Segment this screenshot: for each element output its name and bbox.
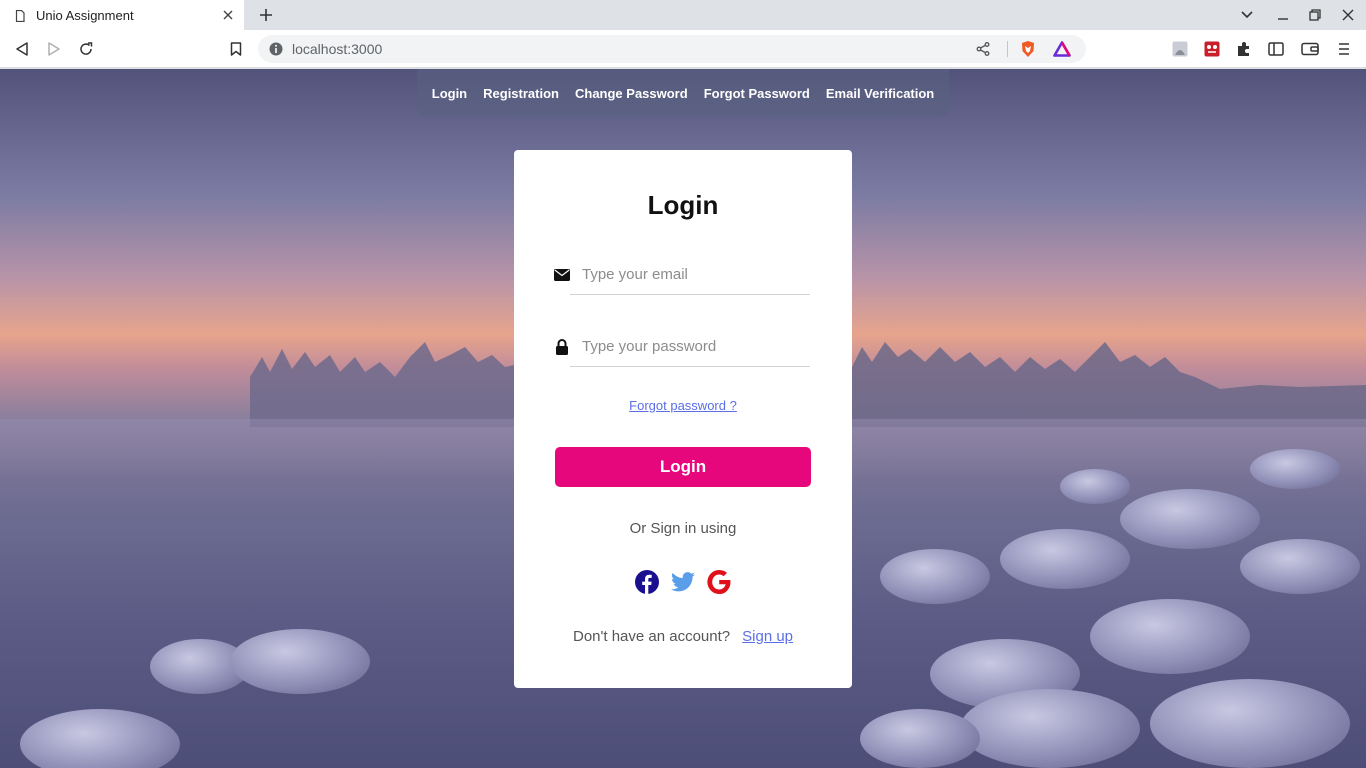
- brave-rewards-icon[interactable]: [1052, 39, 1072, 59]
- envelope-icon: [554, 267, 570, 283]
- restore-icon[interactable]: [1305, 5, 1325, 25]
- page-icon: [14, 9, 26, 23]
- google-icon[interactable]: [707, 570, 731, 594]
- snow-mound: [1000, 529, 1130, 589]
- separator: [1007, 41, 1008, 57]
- social-login-row: [514, 570, 852, 596]
- tab-title: Unio Assignment: [36, 7, 134, 23]
- or-sign-in-label: Or Sign in using: [629, 520, 737, 537]
- close-window-icon[interactable]: [1338, 5, 1358, 25]
- forgot-password-row: Forgot password ?: [514, 398, 852, 413]
- reload-icon[interactable]: [76, 39, 96, 59]
- snow-mound: [860, 709, 980, 768]
- snow-mound: [20, 709, 180, 768]
- nav-link-registration[interactable]: Registration: [475, 86, 567, 101]
- snow-mound: [1240, 539, 1360, 594]
- signup-row: Don't have an account? Sign up: [514, 628, 852, 645]
- nav-link-email-verification[interactable]: Email Verification: [818, 86, 942, 101]
- nav-link-change-password[interactable]: Change Password: [567, 86, 696, 101]
- address-bar[interactable]: localhost:3000: [258, 35, 1086, 63]
- top-nav: Login Registration Change Password Forgo…: [417, 69, 949, 117]
- share-icon[interactable]: [973, 39, 993, 59]
- facebook-icon[interactable]: [635, 570, 659, 594]
- extension-red-icon[interactable]: [1202, 39, 1222, 59]
- new-tab-button[interactable]: [256, 5, 276, 25]
- twitter-icon[interactable]: [671, 570, 695, 594]
- page-viewport: Login Registration Change Password Forgo…: [0, 69, 1366, 768]
- email-input[interactable]: [570, 255, 810, 295]
- tab-search-icon[interactable]: [1237, 5, 1257, 25]
- signup-link[interactable]: Sign up: [742, 628, 793, 645]
- brave-shield-icon[interactable]: [1018, 39, 1038, 59]
- snow-mound: [960, 689, 1140, 768]
- snow-mound: [880, 549, 990, 604]
- snow-mound: [1120, 489, 1260, 549]
- extensions-puzzle-icon[interactable]: [1234, 39, 1254, 59]
- login-button[interactable]: Login: [555, 447, 811, 487]
- minimize-icon[interactable]: [1273, 5, 1293, 25]
- tab-strip: Unio Assignment: [0, 0, 1366, 30]
- lock-icon: [554, 339, 570, 355]
- url-text: localhost:3000: [292, 41, 383, 57]
- back-icon[interactable]: [12, 39, 32, 59]
- forgot-password-link[interactable]: Forgot password ?: [629, 398, 737, 413]
- login-title: Login: [647, 190, 719, 220]
- no-account-text: Don't have an account?: [572, 628, 731, 645]
- password-field-group: [554, 327, 810, 367]
- bookmark-icon[interactable]: [226, 39, 246, 59]
- forward-icon[interactable]: [44, 39, 64, 59]
- email-field-group: [554, 255, 810, 295]
- close-icon[interactable]: [220, 7, 236, 23]
- password-input[interactable]: [570, 327, 810, 367]
- extension-profile-icon[interactable]: [1170, 39, 1190, 59]
- snow-mound: [1060, 469, 1130, 504]
- snow-mound: [1250, 449, 1340, 489]
- snow-mound: [1090, 599, 1250, 674]
- snow-mound: [1150, 679, 1350, 768]
- snow-mound: [230, 629, 370, 694]
- browser-toolbar: localhost:3000: [0, 30, 1366, 68]
- nav-link-forgot-password[interactable]: Forgot Password: [696, 86, 818, 101]
- login-card: Login Forgot password ? Login Or Sign in…: [514, 150, 852, 688]
- menu-icon[interactable]: [1334, 39, 1354, 59]
- sidebar-icon[interactable]: [1266, 39, 1286, 59]
- info-icon[interactable]: [269, 42, 283, 56]
- wallet-icon[interactable]: [1300, 39, 1320, 59]
- nav-link-login[interactable]: Login: [424, 86, 475, 101]
- browser-tab[interactable]: Unio Assignment: [0, 0, 244, 30]
